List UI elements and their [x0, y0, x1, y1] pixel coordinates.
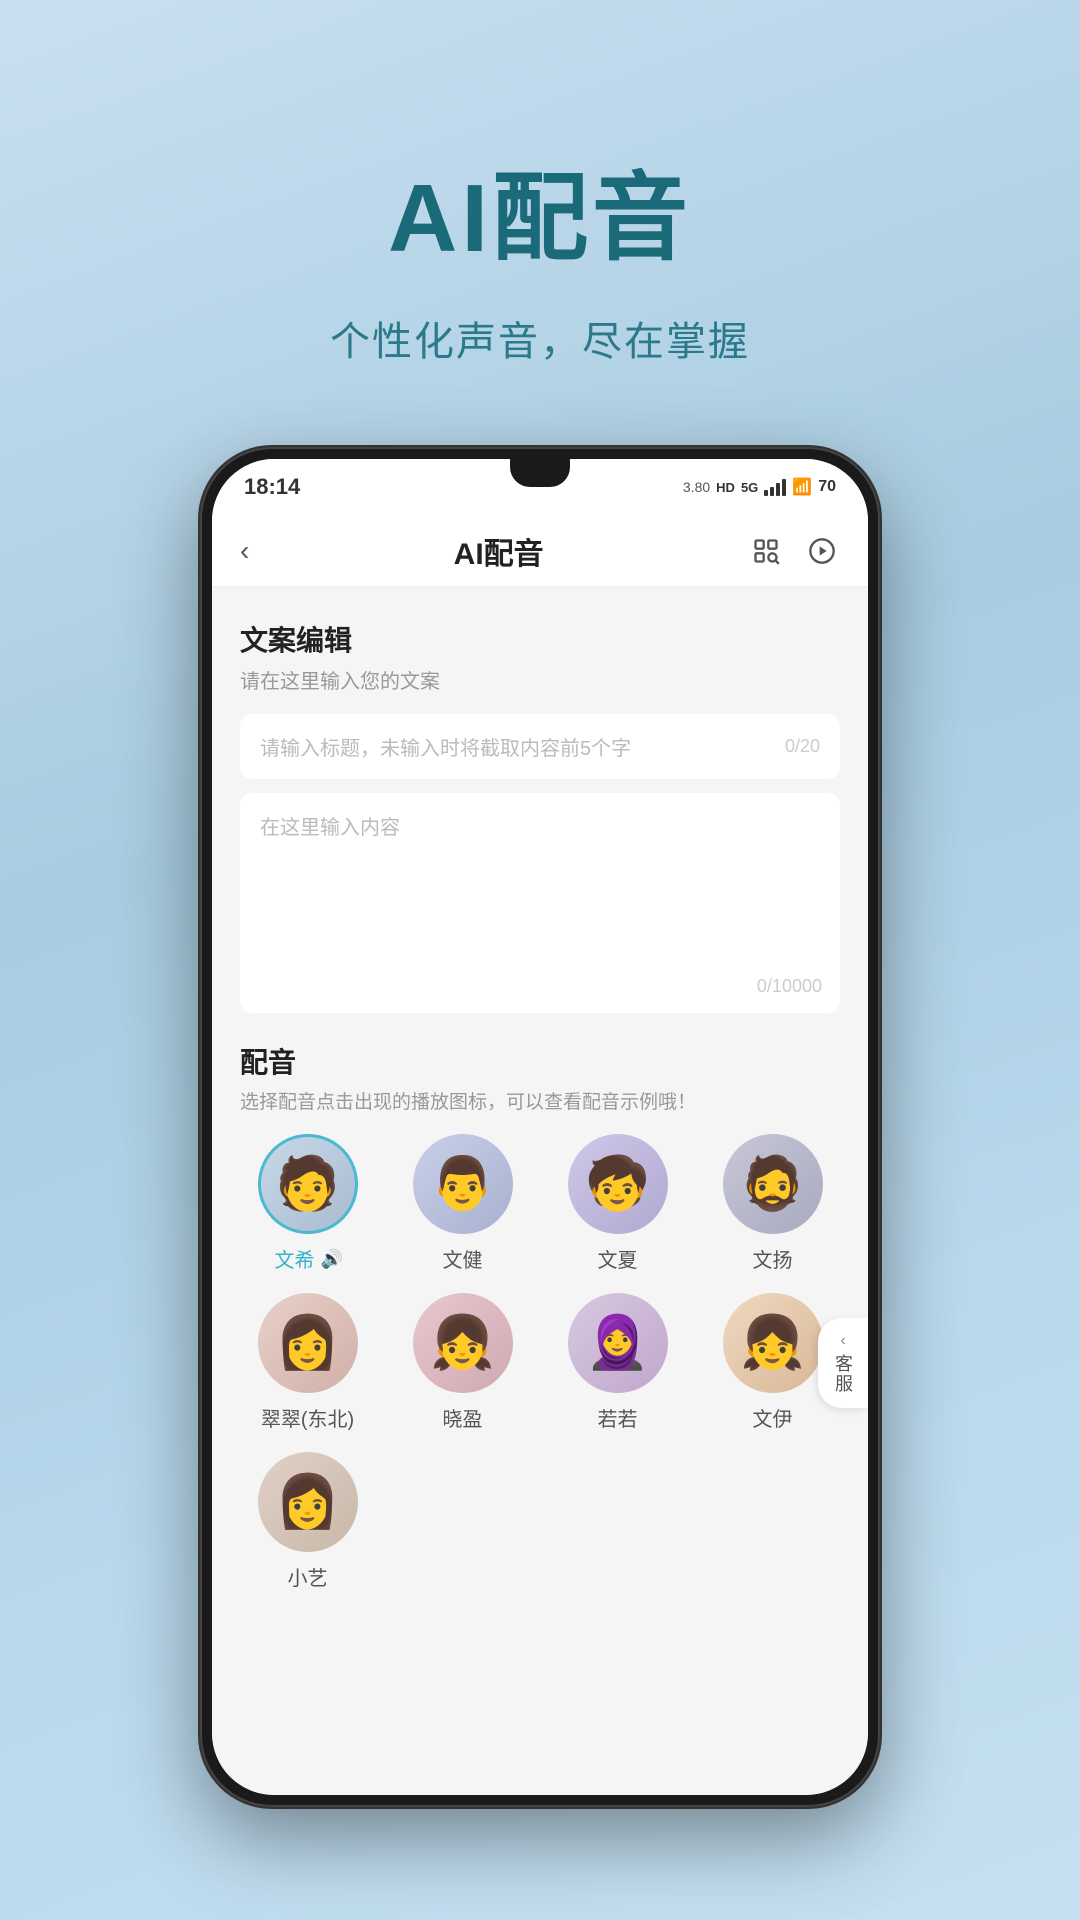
avatar-wenyang-img: 🧔	[740, 1158, 805, 1210]
customer-service-button[interactable]: ‹ 客服	[818, 1318, 868, 1408]
avatar-wenjian-img: 👨	[430, 1158, 495, 1210]
avatar-ruoruo-img: 🧕	[585, 1317, 650, 1369]
copywriting-title: 文案编辑	[240, 619, 840, 659]
voice-avatar-wenxia: 🧒	[568, 1134, 668, 1234]
voice-avatar-ruoruo: 🧕	[568, 1293, 668, 1393]
camera-notch	[510, 459, 570, 487]
cs-arrow-icon: ‹	[840, 1332, 845, 1350]
voice-avatar-wenxi: 🧑	[258, 1134, 358, 1234]
back-button[interactable]: ‹	[240, 535, 249, 567]
hero-section: AI配音 个性化声音，尽在掌握	[330, 140, 750, 367]
voice-item-xiaoyi[interactable]: 👩 小艺	[240, 1452, 375, 1591]
copywriting-desc: 请在这里输入您的文案	[240, 665, 840, 694]
voice-item-wenxi[interactable]: 🧑 文希 🔊	[240, 1134, 375, 1273]
voice-name-wenjian: 文健	[443, 1244, 483, 1273]
voice-avatar-xiaoying: 👧	[413, 1293, 513, 1393]
search-icon[interactable]	[748, 533, 784, 569]
avatar-xiaoyi-img: 👩	[275, 1476, 340, 1528]
title-input-wrapper[interactable]: 请输入标题，未输入时将截取内容前5个字 0/20	[240, 714, 840, 779]
voice-name-wenyi: 文伊	[753, 1403, 793, 1432]
phone-frame: 18:14 3.80 HD 5G 📶	[200, 447, 880, 1807]
voice-item-wenjian[interactable]: 👨 文健	[395, 1134, 530, 1273]
voice-item-cuicui[interactable]: 👩 翠翠(东北)	[240, 1293, 375, 1432]
voice-section-title: 配音	[240, 1041, 840, 1081]
avatar-wenyi-img: 👧	[740, 1317, 805, 1369]
voice-item-wenxia[interactable]: 🧒 文夏	[550, 1134, 685, 1273]
voice-item-xiaoying[interactable]: 👧 晓盈	[395, 1293, 530, 1432]
status-icons: 3.80 HD 5G 📶 70	[683, 477, 836, 497]
sound-icon-wenxi[interactable]: 🔊	[321, 1249, 341, 1269]
voice-name-wenxi-wrapper: 文希 🔊	[275, 1244, 341, 1273]
page-title: AI配音	[454, 529, 544, 573]
5g-icon: 5G	[741, 480, 758, 495]
voice-name-wenxia: 文夏	[598, 1244, 638, 1273]
voice-name-wenyang: 文扬	[753, 1244, 793, 1273]
hero-subtitle: 个性化声音，尽在掌握	[330, 309, 750, 367]
voice-avatar-wenyi: 👧	[723, 1293, 823, 1393]
voice-section-desc: 选择配音点击出现的播放图标，可以查看配音示例哦！	[240, 1087, 840, 1114]
content-textarea-placeholder: 在这里输入内容	[260, 817, 400, 839]
nav-actions	[748, 533, 840, 569]
voice-name-xiaoyi: 小艺	[288, 1562, 328, 1591]
phone-screen: 18:14 3.80 HD 5G 📶	[212, 459, 868, 1795]
title-input-count: 0/20	[785, 736, 820, 757]
avatar-wenxia-img: 🧒	[585, 1158, 650, 1210]
avatar-wenxi-img: 🧑	[275, 1158, 340, 1210]
4g-icon: HD	[716, 480, 735, 495]
play-icon[interactable]	[804, 533, 840, 569]
content-textarea-count: 0/10000	[757, 976, 822, 997]
copywriting-section: 文案编辑 请在这里输入您的文案 请输入标题，未输入时将截取内容前5个字 0/20…	[240, 619, 840, 1013]
screen-inner: 18:14 3.80 HD 5G 📶	[212, 459, 868, 1795]
avatar-xiaoying-img: 👧	[430, 1317, 495, 1369]
phone-mockup: 18:14 3.80 HD 5G 📶	[200, 447, 880, 1807]
voice-item-wenyang[interactable]: 🧔 文扬	[705, 1134, 840, 1273]
status-bar: 18:14 3.80 HD 5G 📶	[212, 459, 868, 515]
nav-bar: ‹ AI配音	[212, 515, 868, 587]
signal-icon	[764, 478, 786, 496]
voice-grid: 🧑 文希 🔊 👨	[240, 1134, 840, 1591]
avatar-cuicui-img: 👩	[275, 1317, 340, 1369]
voice-name-xiaoying: 晓盈	[443, 1403, 483, 1432]
hero-title: AI配音	[330, 140, 750, 279]
main-content: 文案编辑 请在这里输入您的文案 请输入标题，未输入时将截取内容前5个字 0/20…	[212, 587, 868, 1795]
content-textarea[interactable]: 在这里输入内容 0/10000	[240, 793, 840, 1013]
status-time: 18:14	[244, 474, 300, 500]
voice-section: 配音 选择配音点击出现的播放图标，可以查看配音示例哦！ 🧑 文希 🔊	[240, 1041, 840, 1591]
voice-name-cuicui: 翠翠(东北)	[261, 1403, 354, 1432]
voice-avatar-wenjian: 👨	[413, 1134, 513, 1234]
voice-name-ruoruo: 若若	[598, 1403, 638, 1432]
voice-avatar-xiaoyi: 👩	[258, 1452, 358, 1552]
wifi-icon: 📶	[792, 477, 812, 497]
voice-item-ruoruo[interactable]: 🧕 若若	[550, 1293, 685, 1432]
voice-avatar-cuicui: 👩	[258, 1293, 358, 1393]
cs-label: 客服	[830, 1354, 856, 1394]
voice-name-wenxi: 文希	[275, 1244, 315, 1273]
voice-avatar-wenyang: 🧔	[723, 1134, 823, 1234]
battery-icon: 70	[818, 478, 836, 496]
network-text: 3.80	[683, 479, 710, 495]
title-input-placeholder: 请输入标题，未输入时将截取内容前5个字	[260, 732, 631, 761]
